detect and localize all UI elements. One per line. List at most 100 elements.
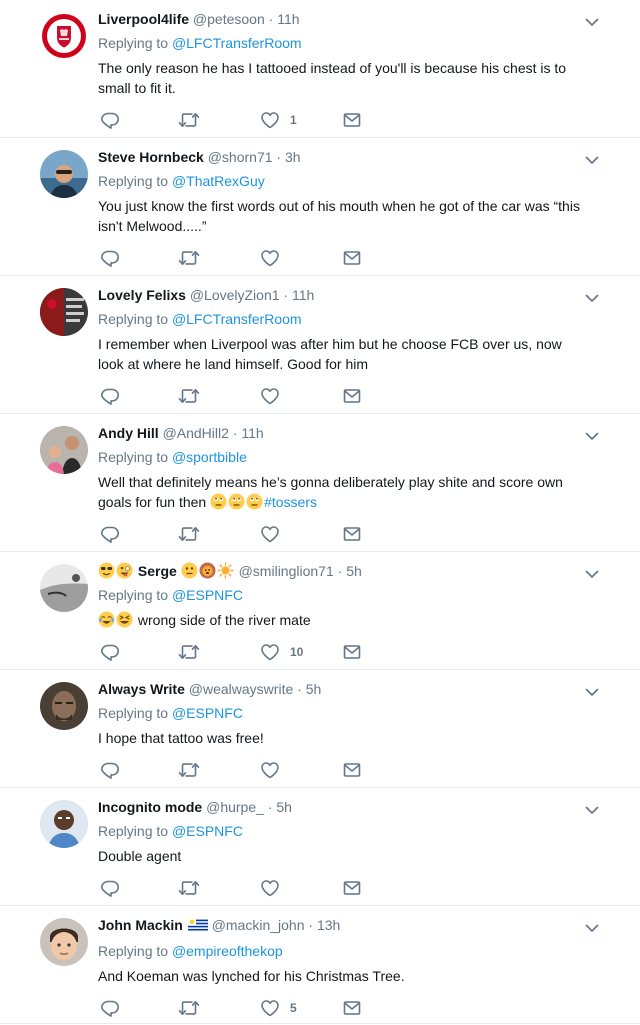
tweet[interactable]: Steve Hornbeck @shorn71 · 3h Replying to… — [0, 138, 640, 276]
avatar[interactable] — [40, 426, 88, 474]
retweet-button[interactable] — [178, 386, 200, 406]
reply-mention-link[interactable]: @ESPNFC — [172, 823, 243, 839]
reply-mention-link[interactable]: @sportbible — [172, 449, 247, 465]
tweet-text: I hope that tattoo was free! — [98, 730, 264, 746]
like-button[interactable] — [260, 248, 290, 268]
more-options-button[interactable] — [584, 684, 600, 700]
timestamp[interactable]: 11h — [292, 287, 314, 303]
more-options-button[interactable] — [584, 920, 600, 936]
reply-button[interactable] — [100, 760, 120, 780]
display-name[interactable]: Always Write — [98, 681, 185, 697]
username[interactable]: @petesoon — [193, 11, 265, 27]
reply-mention-link[interactable]: @ThatRexGuy — [172, 173, 265, 189]
timestamp[interactable]: 3h — [285, 149, 301, 165]
timestamp[interactable]: 13h — [317, 917, 340, 933]
username[interactable]: @wealwayswrite — [189, 681, 293, 697]
tweet-text: The only reason he has I tattooed instea… — [98, 60, 567, 96]
reply-button[interactable] — [100, 878, 120, 898]
retweet-button[interactable] — [178, 760, 200, 780]
reply-mention-link[interactable]: @ESPNFC — [172, 587, 243, 603]
reply-mention-link[interactable]: @LFCTransferRoom — [172, 35, 302, 51]
reply-button[interactable] — [100, 110, 120, 130]
display-name[interactable]: Incognito mode — [98, 799, 202, 815]
tweet[interactable]: Incognito mode @hurpe_ · 5h Replying to … — [0, 788, 640, 906]
retweet-button[interactable] — [178, 878, 200, 898]
like-button[interactable] — [260, 386, 290, 406]
reply-button[interactable] — [100, 998, 120, 1018]
more-options-button[interactable] — [584, 152, 600, 168]
direct-message-button[interactable] — [342, 248, 362, 268]
like-count: 1 — [290, 113, 297, 127]
username[interactable]: @AndHill2 — [163, 425, 229, 441]
retweet-button[interactable] — [178, 110, 200, 130]
tweet-actions — [98, 382, 624, 412]
direct-message-button[interactable] — [342, 878, 362, 898]
direct-message-button[interactable] — [342, 110, 362, 130]
hashtag-link[interactable]: #tossers — [264, 494, 317, 510]
avatar[interactable] — [40, 682, 88, 730]
replying-to: Replying to @ESPNFC — [98, 586, 624, 605]
avatar[interactable] — [40, 288, 88, 336]
tweet[interactable]: Liverpool4life @petesoon · 11h Replying … — [0, 0, 640, 138]
envelope-icon — [342, 524, 362, 544]
like-button[interactable]: 5 — [260, 998, 297, 1018]
username[interactable]: @LovelyZion1 — [190, 287, 280, 303]
username[interactable]: @mackin_john — [212, 917, 305, 933]
display-name[interactable]: Lovely Felixs — [98, 287, 186, 303]
display-name[interactable]: Serge — [138, 563, 177, 579]
tweet[interactable]: John Mackin @mackin_john · 13h Replying … — [0, 906, 640, 1024]
tweet[interactable]: Always Write @wealwayswrite · 5h Replyin… — [0, 670, 640, 788]
display-name[interactable]: John Mackin — [98, 917, 183, 933]
reply-mention-link[interactable]: @ESPNFC — [172, 705, 243, 721]
tweet[interactable]: Lovely Felixs @LovelyZion1 · 11h Replyin… — [0, 276, 640, 414]
replying-label: Replying to — [98, 587, 169, 603]
timestamp[interactable]: 5h — [276, 799, 292, 815]
avatar[interactable] — [40, 12, 88, 60]
display-name[interactable]: Liverpool4life — [98, 11, 189, 27]
tweet[interactable]: Serge @smilinglion71 · 5h Replying to @E… — [0, 552, 640, 670]
timestamp[interactable]: 5h — [306, 681, 322, 697]
timestamp[interactable]: 11h — [277, 11, 299, 27]
direct-message-button[interactable] — [342, 524, 362, 544]
reply-mention-link[interactable]: @LFCTransferRoom — [172, 311, 302, 327]
avatar[interactable] — [40, 150, 88, 198]
retweet-button[interactable] — [178, 524, 200, 544]
display-name[interactable]: Steve Hornbeck — [98, 149, 204, 165]
more-options-button[interactable] — [584, 290, 600, 306]
retweet-button[interactable] — [178, 248, 200, 268]
avatar[interactable] — [40, 918, 88, 966]
tweet[interactable]: Andy Hill @AndHill2 · 11h Replying to @s… — [0, 414, 640, 552]
reply-mention-link[interactable]: @empireofthekop — [172, 943, 283, 959]
username[interactable]: @hurpe_ — [206, 799, 264, 815]
tweet-text: I remember when Liverpool was after him … — [98, 336, 562, 372]
more-options-button[interactable] — [584, 14, 600, 30]
like-button[interactable] — [260, 878, 290, 898]
direct-message-button[interactable] — [342, 386, 362, 406]
username[interactable]: @smilinglion71 — [239, 563, 334, 579]
more-options-button[interactable] — [584, 566, 600, 582]
reply-button[interactable] — [100, 386, 120, 406]
timestamp[interactable]: 5h — [346, 563, 362, 579]
retweet-icon — [178, 878, 200, 898]
like-button[interactable]: 10 — [260, 642, 303, 662]
like-button[interactable] — [260, 760, 290, 780]
reply-button[interactable] — [100, 642, 120, 662]
reply-button[interactable] — [100, 248, 120, 268]
direct-message-button[interactable] — [342, 760, 362, 780]
tweet-text: wrong side of the river mate — [98, 610, 624, 630]
like-button[interactable] — [260, 524, 290, 544]
like-button[interactable]: 1 — [260, 110, 297, 130]
avatar[interactable] — [40, 564, 88, 612]
username[interactable]: @shorn71 — [208, 149, 273, 165]
avatar[interactable] — [40, 800, 88, 848]
more-options-button[interactable] — [584, 428, 600, 444]
retweet-button[interactable] — [178, 642, 200, 662]
envelope-icon — [342, 248, 362, 268]
reply-button[interactable] — [100, 524, 120, 544]
more-options-button[interactable] — [584, 802, 600, 818]
display-name[interactable]: Andy Hill — [98, 425, 159, 441]
retweet-button[interactable] — [178, 998, 200, 1018]
timestamp[interactable]: 11h — [241, 425, 263, 441]
direct-message-button[interactable] — [342, 998, 362, 1018]
direct-message-button[interactable] — [342, 642, 362, 662]
